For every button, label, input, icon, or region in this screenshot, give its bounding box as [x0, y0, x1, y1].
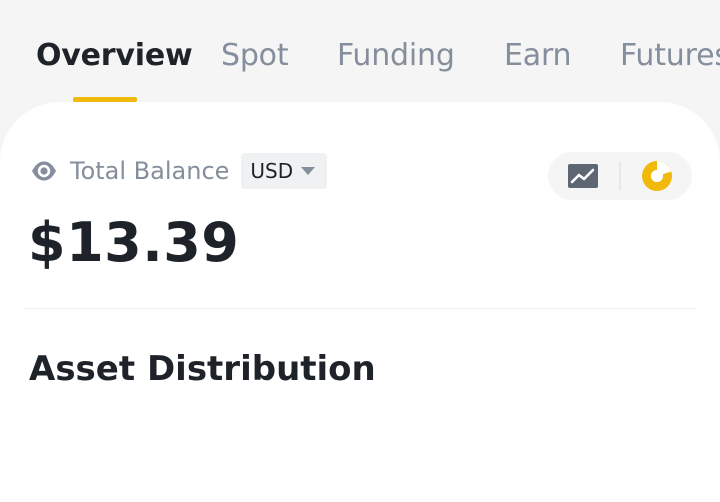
- chevron-down-icon: [301, 167, 316, 175]
- asset-distribution-heading: Asset Distribution: [29, 349, 376, 389]
- account-tabs: Overview Spot Funding Earn Futures: [0, 0, 720, 104]
- total-balance-label: Total Balance: [70, 157, 230, 185]
- divider: [24, 308, 696, 309]
- eye-icon[interactable]: [30, 157, 58, 185]
- tab-futures[interactable]: Futures: [620, 38, 720, 74]
- tab-funding[interactable]: Funding: [337, 38, 455, 74]
- view-toggle-group: [548, 152, 692, 200]
- balance-header: Total Balance USD: [30, 152, 328, 190]
- tab-spot[interactable]: Spot: [221, 38, 289, 74]
- line-chart-icon[interactable]: [568, 164, 598, 188]
- tab-earn[interactable]: Earn: [504, 38, 572, 74]
- currency-value: USD: [250, 159, 294, 183]
- icon-divider: [619, 162, 621, 190]
- tab-overview[interactable]: Overview: [36, 38, 193, 74]
- pie-chart-icon[interactable]: [641, 160, 673, 192]
- currency-select[interactable]: USD: [241, 153, 328, 189]
- total-balance-value: $13.39: [28, 211, 240, 274]
